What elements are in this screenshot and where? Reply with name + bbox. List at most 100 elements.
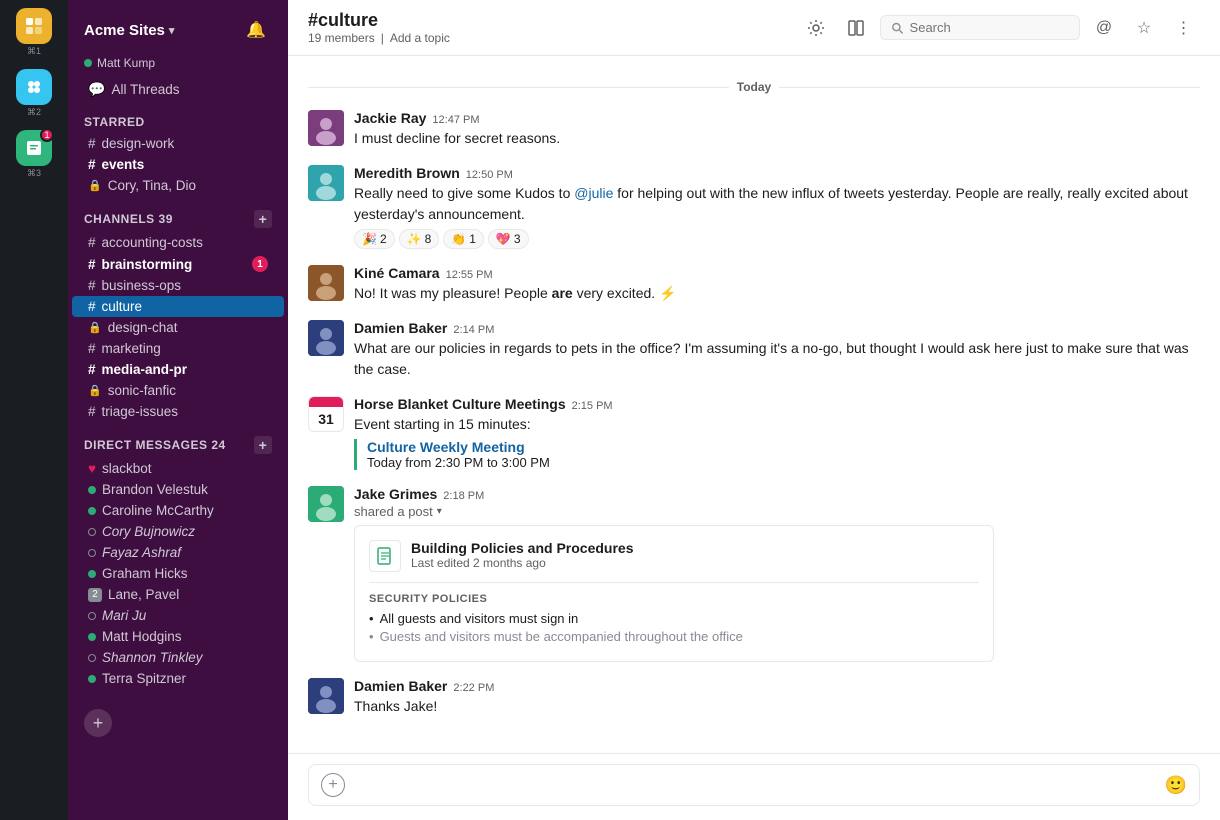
sidebar-item-fayaz[interactable]: Fayaz Ashraf bbox=[72, 542, 284, 563]
sidebar-item-cory-tina-dio[interactable]: 🔒 Cory, Tina, Dio bbox=[72, 175, 284, 196]
msg-author: Damien Baker bbox=[354, 678, 447, 694]
search-input[interactable] bbox=[910, 20, 1069, 35]
sidebar-item-lane-pavel[interactable]: 2 Lane, Pavel bbox=[72, 584, 284, 605]
hash-icon: # bbox=[88, 257, 96, 272]
message-jake-grimes: Jake Grimes 2:18 PM shared a post ▾ bbox=[308, 486, 1200, 662]
msg-header: Jackie Ray 12:47 PM bbox=[354, 110, 1200, 126]
sidebar-item-design-chat[interactable]: 🔒 design-chat bbox=[72, 317, 284, 338]
calendar-top-bar bbox=[309, 397, 343, 407]
sidebar-item-mari[interactable]: Mari Ju bbox=[72, 605, 284, 626]
security-policies-header: SECURITY POLICIES bbox=[369, 593, 979, 605]
message-damien-baker-1: Damien Baker 2:14 PM What are our polici… bbox=[308, 320, 1200, 380]
sidebar-item-design-work[interactable]: # design-work bbox=[72, 133, 284, 154]
main-content: #culture 19 members | Add a topic bbox=[288, 0, 1220, 820]
message-content: Meredith Brown 12:50 PM Really need to g… bbox=[354, 165, 1200, 249]
reaction-heart[interactable]: 💖 3 bbox=[488, 229, 529, 249]
channel-title-area: #culture 19 members | Add a topic bbox=[308, 10, 450, 45]
workspace-name[interactable]: Acme Sites ▾ bbox=[84, 22, 174, 39]
user-status-dot bbox=[84, 59, 92, 67]
app-icon-3[interactable]: 1 bbox=[16, 130, 52, 166]
hash-icon: # bbox=[88, 299, 96, 314]
mention: @julie bbox=[574, 185, 613, 201]
sidebar-item-cory[interactable]: Cory Bujnowicz bbox=[72, 521, 284, 542]
sidebar-item-culture[interactable]: # culture bbox=[72, 296, 284, 317]
sidebar-item-caroline[interactable]: Caroline McCarthy bbox=[72, 500, 284, 521]
sidebar-item-sonic-fanfic[interactable]: 🔒 sonic-fanfic bbox=[72, 380, 284, 401]
workspace-logo bbox=[16, 8, 52, 44]
message-calendar-event: 31 Horse Blanket Culture Meetings 2:15 P… bbox=[308, 396, 1200, 470]
sidebar-item-matt-hodgins[interactable]: Matt Hodgins bbox=[72, 626, 284, 647]
heart-icon: ♥ bbox=[88, 461, 96, 476]
shared-post-label: shared a post ▾ bbox=[354, 504, 1200, 519]
separator: | bbox=[381, 31, 384, 45]
more-icon[interactable]: ⋮ bbox=[1168, 12, 1200, 44]
online-status-dot bbox=[88, 675, 96, 683]
sidebar-item-events[interactable]: # events bbox=[72, 154, 284, 175]
msg-text: No! It was my pleasure! People are very … bbox=[354, 283, 1200, 304]
avatar-damien-baker bbox=[308, 320, 344, 356]
message-content: Kiné Camara 12:55 PM No! It was my pleas… bbox=[354, 265, 1200, 304]
add-dm-button[interactable]: + bbox=[254, 436, 272, 454]
header-actions: @ ☆ ⋮ bbox=[800, 12, 1200, 44]
sidebar-item-triage-issues[interactable]: # triage-issues bbox=[72, 401, 284, 422]
hash-icon: # bbox=[88, 235, 96, 250]
notification-badge: 1 bbox=[40, 128, 54, 142]
policy-item-2: •Guests and visitors must be accompanied… bbox=[369, 629, 979, 644]
msg-author: Damien Baker bbox=[354, 320, 447, 336]
add-channel-button[interactable]: + bbox=[254, 210, 272, 228]
message-input[interactable] bbox=[353, 777, 1157, 793]
avatar-kine-camara bbox=[308, 265, 344, 301]
date-divider: Today bbox=[308, 80, 1200, 94]
reaction-clap[interactable]: 👏 1 bbox=[443, 229, 484, 249]
sidebar-item-brandon[interactable]: Brandon Velestuk bbox=[72, 479, 284, 500]
sidebar-item-media-and-pr[interactable]: # media-and-pr bbox=[72, 359, 284, 380]
user-status-row: Matt Kump bbox=[68, 56, 288, 78]
event-time: Today from 2:30 PM to 3:00 PM bbox=[367, 455, 1200, 470]
star-icon[interactable]: ☆ bbox=[1128, 12, 1160, 44]
bold-text: are bbox=[552, 285, 573, 301]
avatar-damien-baker-2 bbox=[308, 678, 344, 714]
add-topic[interactable]: Add a topic bbox=[390, 31, 450, 45]
sidebar-item-brainstorming[interactable]: # brainstorming 1 bbox=[72, 253, 284, 275]
calendar-event-card: Culture Weekly Meeting Today from 2:30 P… bbox=[354, 439, 1200, 470]
shortcut-1: ⌘1 bbox=[27, 46, 41, 57]
channel-label: media-and-pr bbox=[102, 362, 188, 377]
sidebar-item-all-threads[interactable]: 💬 All Threads bbox=[72, 78, 284, 101]
add-workspace-button[interactable]: + bbox=[84, 709, 112, 737]
sidebar-item-business-ops[interactable]: # business-ops bbox=[72, 275, 284, 296]
emoji-picker-icon[interactable]: 🙂 bbox=[1165, 775, 1187, 796]
shortcut-3: ⌘3 bbox=[27, 168, 41, 179]
event-title[interactable]: Culture Weekly Meeting bbox=[367, 439, 1200, 455]
post-title[interactable]: Building Policies and Procedures bbox=[411, 540, 634, 556]
notifications-bell-icon[interactable]: 🔔 bbox=[240, 14, 272, 46]
sidebar-item-graham[interactable]: Graham Hicks bbox=[72, 563, 284, 584]
layout-icon[interactable] bbox=[840, 12, 872, 44]
msg-text: Really need to give some Kudos to @julie… bbox=[354, 183, 1200, 225]
starred-section-header: STARRED bbox=[68, 101, 288, 133]
sidebar-item-accounting-costs[interactable]: # accounting-costs bbox=[72, 232, 284, 253]
add-attachment-button[interactable]: + bbox=[321, 773, 345, 797]
msg-author: Jake Grimes bbox=[354, 486, 437, 502]
offline-status-dot bbox=[88, 612, 96, 620]
lock-icon: 🔒 bbox=[88, 179, 102, 192]
offline-status-dot bbox=[88, 549, 96, 557]
members-count: 19 members bbox=[308, 31, 375, 45]
app-icon-2[interactable] bbox=[16, 69, 52, 105]
reaction-sparkles[interactable]: ✨ 8 bbox=[399, 229, 440, 249]
channel-label: design-chat bbox=[108, 320, 178, 335]
shared-post-text: shared a post bbox=[354, 504, 433, 519]
at-icon[interactable]: @ bbox=[1088, 12, 1120, 44]
all-threads-icon: 💬 bbox=[88, 81, 105, 98]
msg-author: Kiné Camara bbox=[354, 265, 440, 281]
hash-icon: # bbox=[88, 404, 96, 419]
sidebar-item-marketing[interactable]: # marketing bbox=[72, 338, 284, 359]
settings-icon[interactable] bbox=[800, 12, 832, 44]
search-box[interactable] bbox=[880, 15, 1080, 40]
sidebar-item-terra[interactable]: Terra Spitzner bbox=[72, 668, 284, 689]
sidebar-item-slackbot[interactable]: ♥ slackbot bbox=[72, 458, 284, 479]
reaction-confetti[interactable]: 🎉 2 bbox=[354, 229, 395, 249]
online-status-dot bbox=[88, 486, 96, 494]
workspace-icon[interactable] bbox=[16, 8, 52, 44]
workspace-icon-wrapper: ⌘1 bbox=[16, 8, 52, 57]
sidebar-item-shannon[interactable]: Shannon Tinkley bbox=[72, 647, 284, 668]
